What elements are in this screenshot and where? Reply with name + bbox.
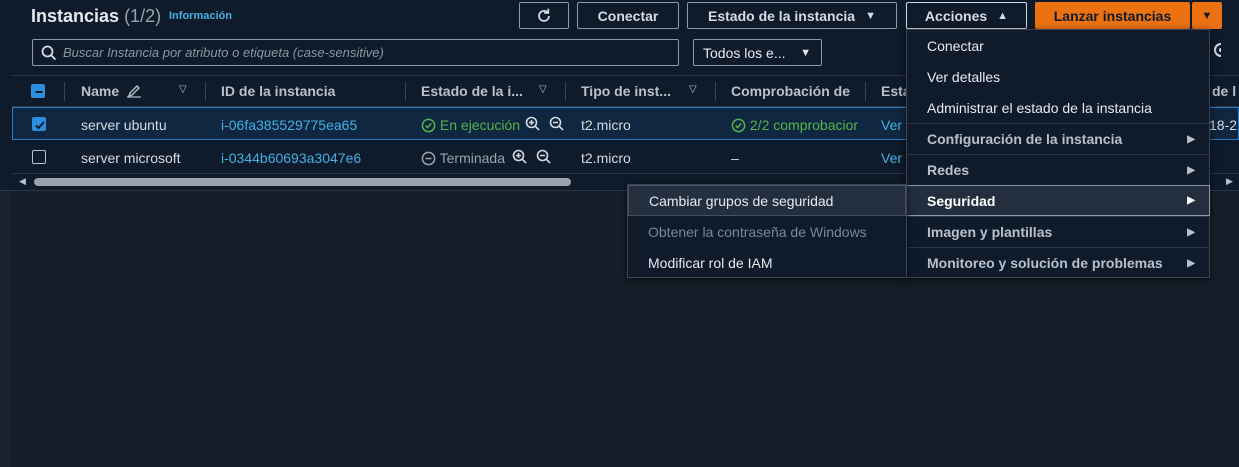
zoom-in-icon[interactable] xyxy=(512,149,528,165)
sort-caret-icon[interactable]: ▽ xyxy=(689,84,697,95)
menu-item-modify-iam-role[interactable]: Modificar rol de IAM xyxy=(628,247,906,278)
check-icon xyxy=(35,121,45,130)
sort-caret-icon[interactable]: ▽ xyxy=(539,84,547,95)
selection-count: (1/2) xyxy=(124,6,162,26)
instances-page: Instancias (1/2) Información Conectar Es… xyxy=(0,0,1239,467)
column-header-instance-type[interactable]: Tipo de inst... xyxy=(581,83,671,99)
instance-type: t2.micro xyxy=(581,117,631,133)
menu-item-connect[interactable]: Conectar xyxy=(907,30,1209,61)
menu-item-view-details[interactable]: Ver detalles xyxy=(907,61,1209,92)
menu-group-image-templates[interactable]: Imagen y plantillas ▶ xyxy=(907,216,1209,247)
column-header-name[interactable]: Name xyxy=(81,83,142,99)
connect-button-label: Conectar xyxy=(597,7,659,24)
caret-down-icon: ▼ xyxy=(865,9,876,22)
chevron-right-icon: ▶ xyxy=(1187,226,1195,238)
success-check-circle-icon xyxy=(421,118,436,133)
status-check: 2/2 comprobacior xyxy=(731,117,858,133)
actions-menu: Conectar Ver detalles Administrar el est… xyxy=(906,29,1210,278)
status-check-text: 2/2 comprobacior xyxy=(749,117,859,133)
menu-item-get-windows-password: Obtener la contraseña de Windows xyxy=(648,223,867,240)
view-alarms-link[interactable]: Ver xyxy=(881,150,902,166)
scrollbar-thumb[interactable] xyxy=(34,178,571,186)
row-checkbox[interactable] xyxy=(32,150,46,164)
column-header-launch-time[interactable]: de l xyxy=(1212,83,1236,99)
menu-group-label: Monitoreo y solución de problemas xyxy=(927,255,1163,271)
state-filter-select[interactable]: Todos los e... ▼ xyxy=(693,39,822,66)
search-icon xyxy=(41,45,57,60)
zoom-in-icon[interactable] xyxy=(525,116,541,132)
instance-id-link[interactable]: i-0344b60693a3047e6 xyxy=(221,150,361,166)
instance-state-text: Terminada xyxy=(439,150,506,166)
edit-pencil-icon xyxy=(127,85,142,98)
column-divider xyxy=(715,82,716,101)
actions-label: Acciones xyxy=(924,7,988,24)
launch-options-button[interactable]: ▼ xyxy=(1192,2,1222,29)
launch-time: 18-2 xyxy=(1209,117,1238,133)
launch-instances-label: Lanzar instancias xyxy=(1053,7,1172,24)
stopped-circle-icon xyxy=(421,151,436,166)
launch-instances-button[interactable]: Lanzar instancias xyxy=(1035,2,1190,29)
security-submenu: Cambiar grupos de seguridad Obtener la c… xyxy=(627,184,907,278)
column-header-status-check[interactable]: Comprobación de xyxy=(731,83,850,99)
instance-name: server ubuntu xyxy=(81,117,167,133)
instance-type: t2.micro xyxy=(581,150,631,166)
chevron-right-icon: ▶ xyxy=(1187,164,1195,176)
state-filter-value: Todos los e... xyxy=(703,44,786,61)
column-divider xyxy=(405,82,406,101)
menu-group-monitor-troubleshoot[interactable]: Monitoreo y solución de problemas ▶ xyxy=(907,247,1209,278)
caret-down-icon: ▼ xyxy=(1201,9,1213,22)
search-input[interactable] xyxy=(63,45,663,60)
status-check: – xyxy=(731,150,739,166)
instance-state-text: En ejecución xyxy=(439,117,521,133)
settings-gear-icon[interactable] xyxy=(1209,41,1221,59)
caret-down-icon: ▼ xyxy=(800,46,811,59)
column-divider xyxy=(565,82,566,101)
page-title-text: Instancias xyxy=(31,6,120,26)
column-divider xyxy=(205,82,206,101)
column-divider xyxy=(64,82,65,101)
select-all-checkbox[interactable] xyxy=(31,84,45,98)
chevron-right-icon: ▶ xyxy=(1187,133,1195,145)
menu-group-label: Redes xyxy=(927,162,970,178)
menu-item-change-security-groups[interactable]: Cambiar grupos de seguridad xyxy=(628,185,906,216)
menu-group-networking[interactable]: Redes ▶ xyxy=(907,154,1209,185)
caret-up-icon: ▲ xyxy=(997,9,1009,22)
info-link[interactable]: Información xyxy=(169,10,232,22)
search-field[interactable] xyxy=(32,39,679,66)
instance-state-dropdown[interactable]: Estado de la instancia ▼ xyxy=(687,2,897,29)
chevron-right-icon: ▶ xyxy=(1187,195,1195,206)
sort-caret-icon[interactable]: ▽ xyxy=(179,84,187,95)
success-check-circle-icon xyxy=(731,118,746,133)
instance-name: server microsoft xyxy=(81,150,181,166)
column-header-instance-state[interactable]: Estado de la i... xyxy=(421,83,523,99)
scroll-left-icon[interactable]: ◀ xyxy=(19,176,26,187)
menu-group-label: Configuración de la instancia xyxy=(927,131,1123,147)
actions-dropdown[interactable]: Acciones ▲ xyxy=(906,2,1027,29)
refresh-icon xyxy=(538,8,550,22)
instance-state-label: Estado de la instancia xyxy=(708,7,856,24)
column-name-label: Name xyxy=(81,83,120,99)
menu-group-label: Seguridad xyxy=(927,192,996,209)
connect-button[interactable]: Conectar xyxy=(577,2,679,29)
page-title: Instancias (1/2) xyxy=(31,6,161,27)
column-header-instance-id[interactable]: ID de la instancia xyxy=(221,83,335,99)
menu-group-instance-settings[interactable]: Configuración de la instancia ▶ xyxy=(907,123,1209,154)
column-divider xyxy=(865,82,866,101)
scroll-right-icon[interactable]: ▶ xyxy=(1226,176,1233,187)
chevron-right-icon: ▶ xyxy=(1187,257,1195,269)
zoom-out-icon[interactable] xyxy=(536,149,552,165)
view-alarms-link[interactable]: Ver xyxy=(881,117,902,133)
refresh-button[interactable] xyxy=(519,2,569,29)
row-checkbox[interactable] xyxy=(32,117,46,131)
menu-group-label: Imagen y plantillas xyxy=(927,224,1053,240)
instance-id-link[interactable]: i-06fa385529775ea65 xyxy=(221,117,357,133)
menu-group-security[interactable]: Seguridad ▶ xyxy=(906,185,1210,216)
minus-icon xyxy=(35,91,43,93)
instance-state: Terminada xyxy=(421,150,505,166)
menu-item-manage-state[interactable]: Administrar el estado de la instancia xyxy=(907,92,1209,123)
zoom-out-icon[interactable] xyxy=(549,116,565,132)
instance-state: En ejecución xyxy=(421,117,520,133)
